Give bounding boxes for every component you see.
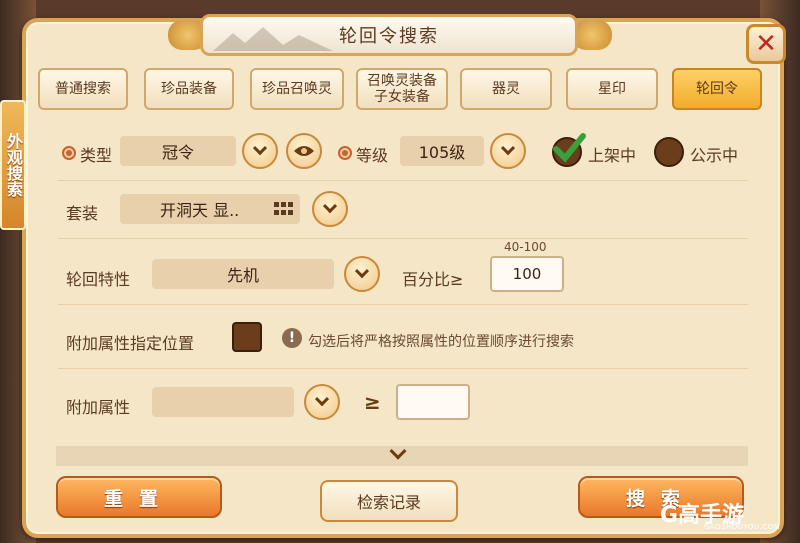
tab-star-seal[interactable]: 星印: [566, 68, 658, 110]
attr-value-input[interactable]: [396, 384, 470, 420]
scroll-down-icon[interactable]: [389, 442, 407, 460]
level-radio[interactable]: [338, 146, 352, 160]
percent-input[interactable]: 100: [490, 256, 564, 292]
search-history-button[interactable]: 检索记录: [320, 480, 458, 522]
trait-dropdown-button[interactable]: [344, 256, 380, 292]
type-select[interactable]: 冠令: [120, 136, 236, 166]
checkmark-icon: [553, 133, 586, 163]
preview-button[interactable]: [286, 133, 322, 169]
appearance-search-tag[interactable]: 外观搜索: [0, 100, 26, 230]
position-label: 附加属性指定位置: [66, 334, 195, 353]
tab-artifact-spirit[interactable]: 器灵: [460, 68, 552, 110]
public-label: 公示中: [690, 146, 739, 165]
mountains-icon: [213, 27, 333, 51]
search-tabs: 普通搜索 珍品装备 珍品召唤灵 召唤灵装备 子女装备 器灵 星印 轮回令: [38, 68, 764, 112]
window-title: 轮回令搜索: [200, 14, 578, 56]
attr-select[interactable]: [152, 387, 294, 417]
tab-label: 轮回令: [696, 81, 738, 97]
close-button[interactable]: ✕: [746, 24, 786, 64]
chevron-down-icon: [322, 199, 338, 214]
public-checkbox[interactable]: [654, 137, 684, 167]
suit-label: 套装: [66, 204, 99, 223]
suit-value: 开洞天 显..: [160, 201, 240, 220]
listed-checkbox[interactable]: [552, 133, 586, 167]
close-icon: ✕: [755, 29, 777, 59]
level-label: 等级: [356, 146, 389, 165]
type-dropdown-button[interactable]: [242, 133, 278, 169]
listed-label: 上架中: [588, 146, 637, 165]
tab-label: 器灵: [492, 81, 520, 97]
tab-label: 珍品召唤灵: [262, 81, 332, 97]
chevron-down-icon: [354, 264, 370, 279]
tab-label: 普通搜索: [55, 81, 111, 97]
attr-operator: ≥: [364, 390, 381, 414]
position-checkbox[interactable]: [232, 322, 262, 352]
tab-rare-summon[interactable]: 珍品召唤灵: [250, 68, 344, 110]
tab-label: 珍品装备: [161, 81, 217, 97]
type-radio[interactable]: [62, 146, 76, 160]
divider: [58, 238, 748, 239]
watermark-url: GAOSHOUYOU.COM: [704, 523, 781, 531]
level-select[interactable]: 105级: [400, 136, 484, 166]
level-dropdown-button[interactable]: [490, 133, 526, 169]
trait-select[interactable]: 先机: [152, 259, 334, 289]
info-icon: !: [282, 328, 302, 348]
divider: [58, 180, 748, 181]
watermark-logo: G高手游 GAOSHOUYOU.COM: [660, 497, 790, 537]
divider: [58, 304, 748, 305]
percent-label: 百分比≥: [402, 270, 464, 289]
tab-rare-equipment[interactable]: 珍品装备: [144, 68, 234, 110]
type-label: 类型: [80, 146, 113, 165]
suit-select[interactable]: 开洞天 显..: [120, 194, 300, 224]
chevron-down-icon: [314, 392, 330, 407]
trait-label: 轮回特性: [66, 270, 131, 289]
attr-label: 附加属性: [66, 398, 131, 417]
chevron-down-icon: [252, 141, 268, 156]
window-title-text: 轮回令搜索: [339, 26, 439, 47]
title-scroll-right-ornament: [572, 20, 612, 50]
grid-icon: [274, 202, 293, 215]
attr-dropdown-button[interactable]: [304, 384, 340, 420]
tab-reincarnation-token[interactable]: 轮回令: [672, 68, 762, 110]
reset-button[interactable]: 重置: [56, 476, 222, 518]
eye-icon: [294, 146, 314, 156]
percent-range-hint: 40-100: [504, 240, 547, 254]
suit-dropdown-button[interactable]: [312, 191, 348, 227]
chevron-down-icon: [500, 141, 516, 156]
divider: [58, 368, 748, 369]
tab-summon-child-equipment[interactable]: 召唤灵装备 子女装备: [356, 68, 448, 110]
tab-label: 星印: [598, 81, 626, 97]
tab-normal-search[interactable]: 普通搜索: [38, 68, 128, 110]
position-hint: 勾选后将严格按照属性的位置顺序进行搜索: [308, 334, 574, 350]
tab-label: 召唤灵装备 子女装备: [367, 73, 437, 105]
